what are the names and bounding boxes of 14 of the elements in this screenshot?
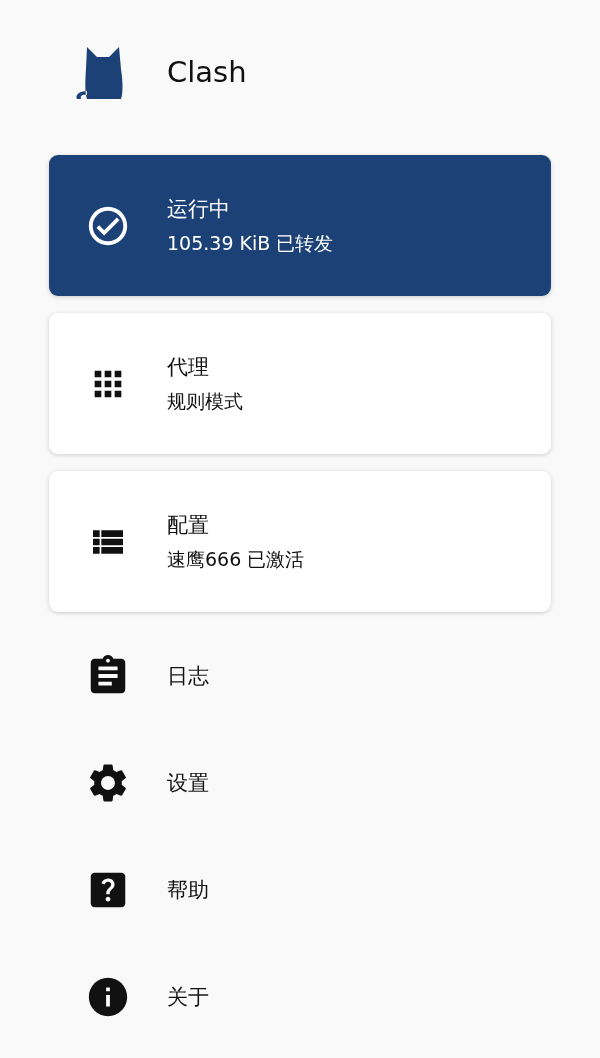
card-title: 运行中 xyxy=(167,195,231,223)
card-title: 代理 xyxy=(167,353,210,381)
menu-item[interactable]: 日志 xyxy=(167,661,209,690)
menu-item[interactable]: 设置 xyxy=(167,768,209,797)
card-subtitle: 速鹰666 已激活 xyxy=(167,546,305,572)
nav-card[interactable]: 运行中 105.39 KiB 已转发 xyxy=(49,155,551,296)
card-subtitle: 105.39 KiB 已转发 xyxy=(167,230,334,256)
menu-item[interactable]: 帮助 xyxy=(167,875,209,904)
menu-item[interactable]: 关于 xyxy=(167,982,209,1011)
nav-card[interactable]: 配置 速鹰666 已激活 xyxy=(49,471,551,612)
card-subtitle: 规则模式 xyxy=(167,388,243,414)
card-title: 配置 xyxy=(167,511,210,539)
app-title: Clash xyxy=(167,54,247,89)
nav-card[interactable]: 代理 规则模式 xyxy=(49,313,551,454)
